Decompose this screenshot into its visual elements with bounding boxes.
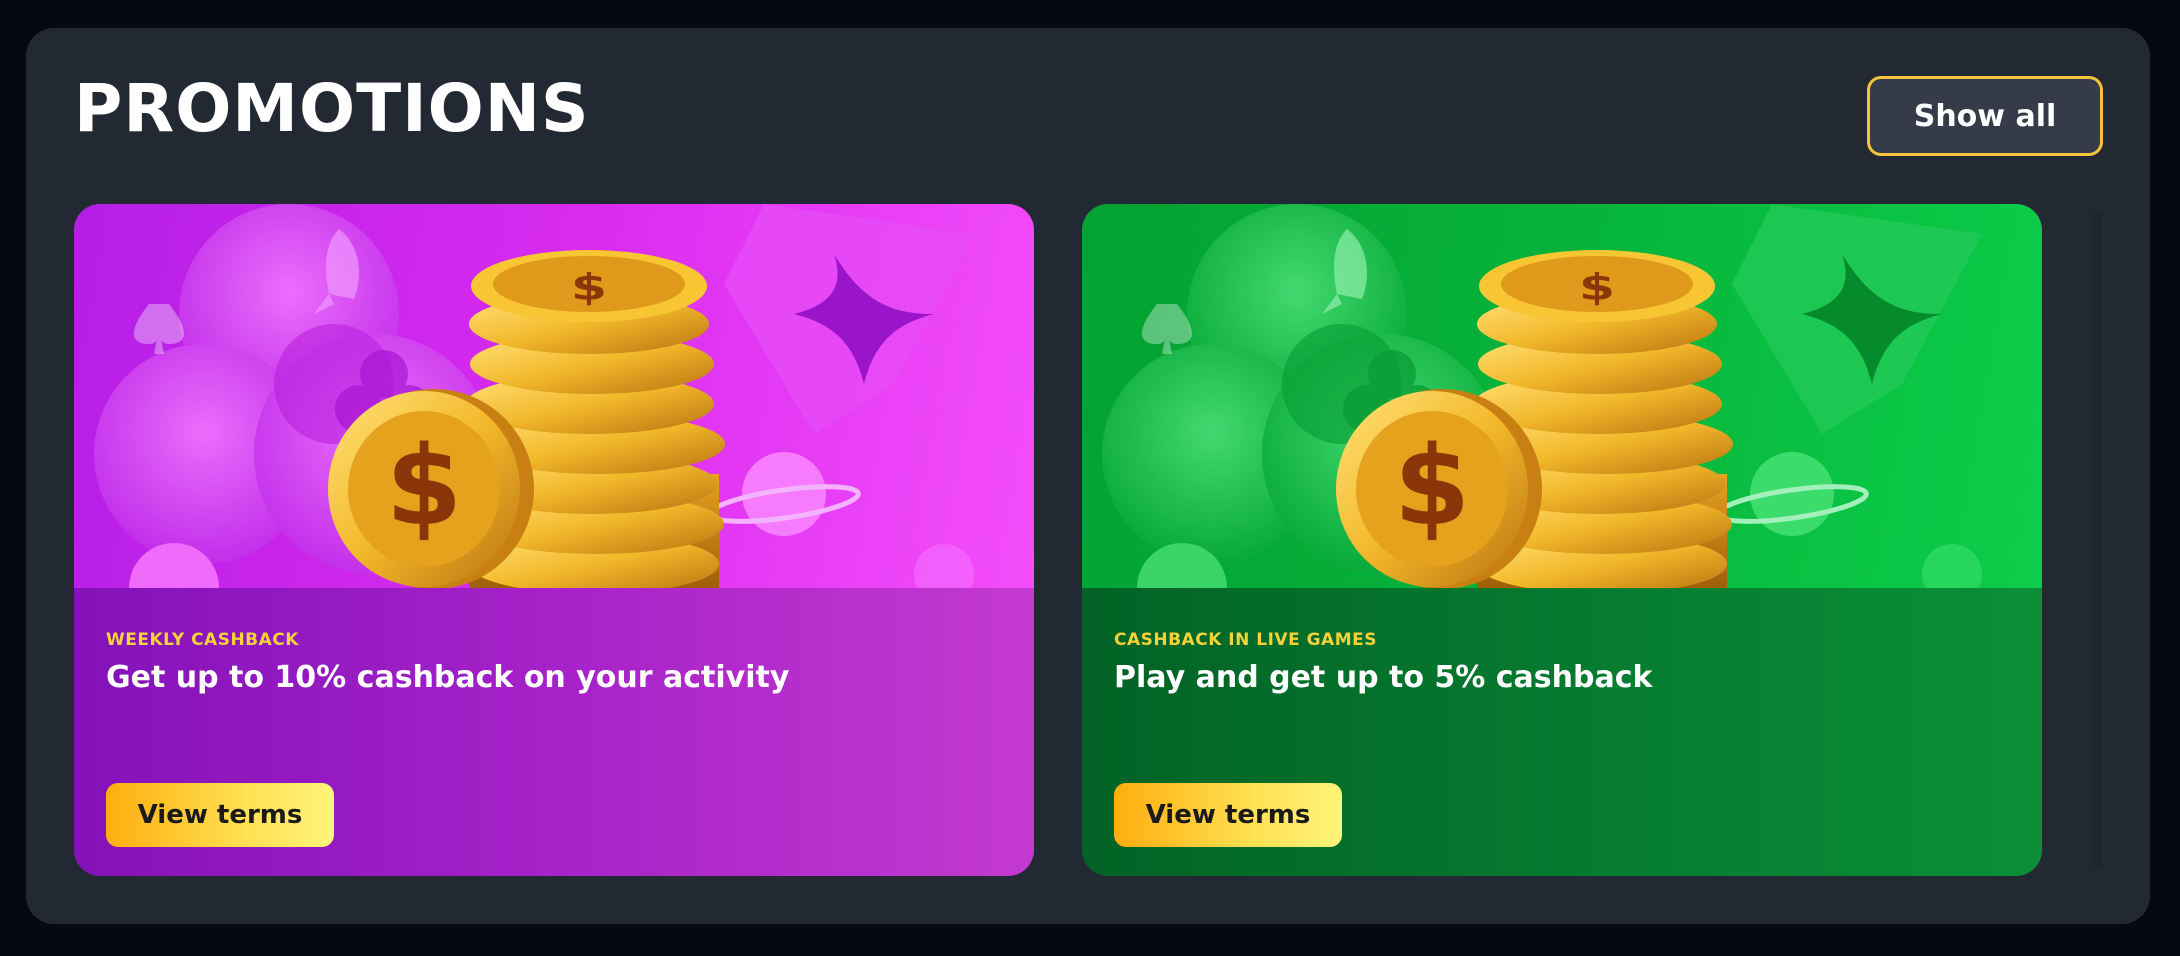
promo-headline: Play and get up to 5% cashback — [1114, 660, 1653, 695]
promo-card-live-cashback[interactable]: $ $ CASHBACK IN LIVE GAMES Play and get … — [1082, 204, 2042, 876]
promo-card-artwork: $ $ — [74, 204, 1034, 588]
diamond-shape — [724, 204, 974, 434]
promo-tag: CASHBACK IN LIVE GAMES — [1114, 630, 1377, 650]
view-terms-button[interactable]: View terms — [1114, 783, 1342, 847]
show-all-button[interactable]: Show all — [1867, 76, 2103, 156]
promo-card-body: CASHBACK IN LIVE GAMES Play and get up t… — [1082, 588, 2042, 876]
dollar-coin-icon: $ — [328, 389, 534, 588]
dollar-coin-icon: $ — [1336, 389, 1542, 588]
coin-stack-illustration: $ $ — [94, 204, 974, 588]
svg-text:$: $ — [1394, 422, 1471, 550]
svg-text:$: $ — [386, 422, 463, 550]
planet-icon — [1715, 452, 1869, 536]
section-title: PROMOTIONS — [74, 70, 590, 147]
next-card-peek[interactable] — [2092, 212, 2102, 868]
coin-stack-illustration: $ $ — [1102, 204, 1982, 588]
promo-card-artwork: $ $ — [1082, 204, 2042, 588]
diamond-shape — [1732, 204, 1982, 434]
view-terms-button[interactable]: View terms — [106, 783, 334, 847]
promo-tag: WEEKLY CASHBACK — [106, 630, 299, 650]
spade-shape — [1142, 304, 1192, 354]
promo-headline: Get up to 10% cashback on your activity — [106, 660, 790, 695]
spade-shape — [134, 304, 184, 354]
svg-text:$: $ — [571, 266, 607, 309]
promotions-panel: PROMOTIONS Show all $ $ WEEKLY CASHBACK … — [26, 28, 2150, 924]
planet-icon — [707, 452, 861, 536]
promo-card-weekly-cashback[interactable]: $ $ WEEKLY CASHBACK Get up to 10% cashba… — [74, 204, 1034, 876]
svg-text:$: $ — [1579, 266, 1615, 309]
promo-card-body: WEEKLY CASHBACK Get up to 10% cashback o… — [74, 588, 1034, 876]
